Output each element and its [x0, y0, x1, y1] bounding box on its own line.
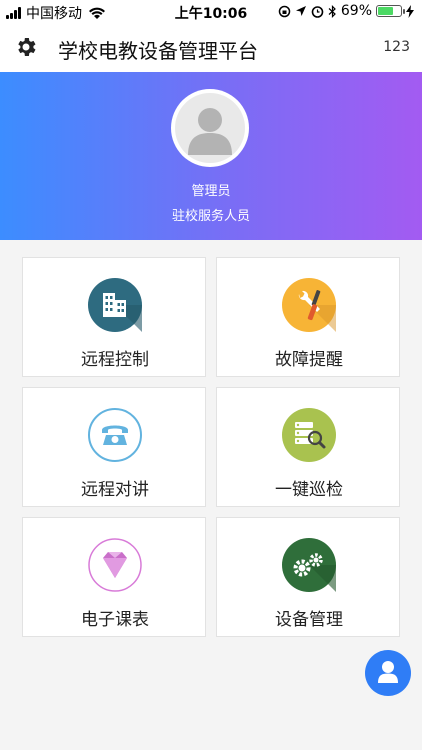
- menu-label: 设备管理: [275, 610, 343, 630]
- battery-percent: 69%: [340, 3, 372, 19]
- telephone-icon: [88, 408, 142, 462]
- battery-icon: [376, 5, 405, 17]
- menu-label: 远程控制: [81, 350, 149, 370]
- location-icon: [295, 6, 306, 16]
- user-fab-button[interactable]: [365, 650, 411, 696]
- rotation-lock-icon: [278, 5, 291, 17]
- menu-label: 远程对讲: [81, 480, 149, 500]
- menu-label: 电子课表: [81, 610, 149, 630]
- avatar[interactable]: [171, 89, 249, 167]
- user-name: 管理员: [191, 184, 231, 199]
- user-avatar-icon: [188, 108, 232, 155]
- menu-card-remote-intercom[interactable]: 远程对讲: [22, 387, 206, 507]
- server-search-icon: [282, 408, 336, 462]
- menu-card-one-click-inspection[interactable]: 一键巡检: [216, 387, 400, 507]
- menu-card-fault-alert[interactable]: 故障提醒: [216, 257, 400, 377]
- menu-card-remote-control[interactable]: 远程控制: [22, 257, 206, 377]
- gear-icon[interactable]: [14, 35, 38, 59]
- tools-icon: [282, 278, 336, 332]
- nav-right-text[interactable]: 123: [383, 39, 410, 55]
- menu-card-e-timetable[interactable]: 电子课表: [22, 517, 206, 637]
- charging-icon: [406, 4, 414, 18]
- user-role: 驻校服务人员: [171, 209, 250, 224]
- menu-label: 一键巡检: [275, 480, 343, 500]
- user-icon: [378, 661, 398, 683]
- alarm-icon: [311, 5, 324, 18]
- profile-banner: 管理员 驻校服务人员: [0, 72, 422, 240]
- building-icon: [88, 278, 142, 332]
- menu-card-device-management[interactable]: 设备管理: [216, 517, 400, 637]
- bluetooth-icon: [328, 4, 336, 18]
- page-title: 学校电教设备管理平台: [58, 39, 258, 63]
- gears-icon: [282, 538, 336, 592]
- diamond-icon: [88, 538, 142, 592]
- nav-bar: 学校电教设备管理平台 123: [0, 22, 422, 73]
- status-right: 69%: [278, 3, 414, 19]
- menu-label: 故障提醒: [275, 350, 343, 370]
- status-bar: 中国移动 上午10:06 69%: [0, 0, 422, 22]
